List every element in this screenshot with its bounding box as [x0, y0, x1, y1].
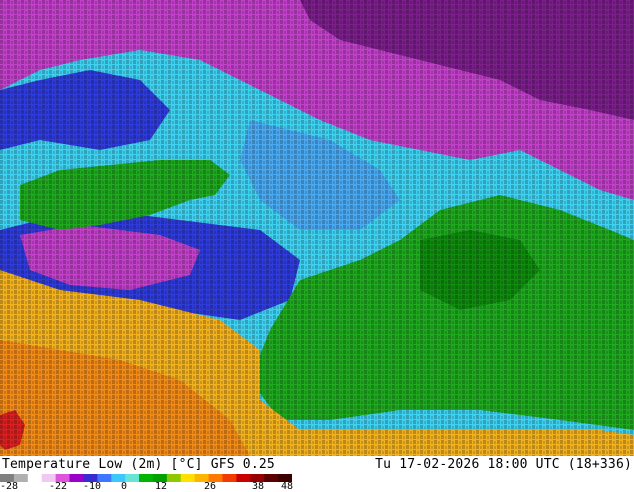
color-scale-swatch [180, 474, 196, 482]
map-title: Temperature Low (2m) [°C] GFS 0.25 [2, 457, 275, 472]
valid-time: Tu 17-02-2026 18:00 UTC (18+336) [375, 457, 632, 472]
color-scale-swatch [69, 474, 84, 482]
scale-tick: 48 [280, 481, 294, 492]
scale-tick: -22 [48, 481, 68, 492]
scale-tick: 38 [251, 481, 265, 492]
color-scale-swatch [139, 474, 154, 482]
scale-tick: 0 [120, 481, 128, 492]
scale-tick: 12 [154, 481, 168, 492]
scale-tick: 26 [203, 481, 217, 492]
color-scale-swatch [222, 474, 237, 482]
color-scale-swatch [166, 474, 182, 482]
color-scale-swatch [125, 474, 140, 482]
color-scale-swatch [236, 474, 251, 482]
color-scale-swatch [264, 474, 279, 482]
scale-tick: -10 [82, 481, 102, 492]
temperature-map [0, 0, 634, 456]
color-scale-bar [0, 474, 292, 482]
color-scale-swatch [27, 474, 43, 482]
map-footer: Temperature Low (2m) [°C] GFS 0.25 Tu 17… [0, 456, 634, 492]
scale-tick: -28 [0, 481, 19, 492]
